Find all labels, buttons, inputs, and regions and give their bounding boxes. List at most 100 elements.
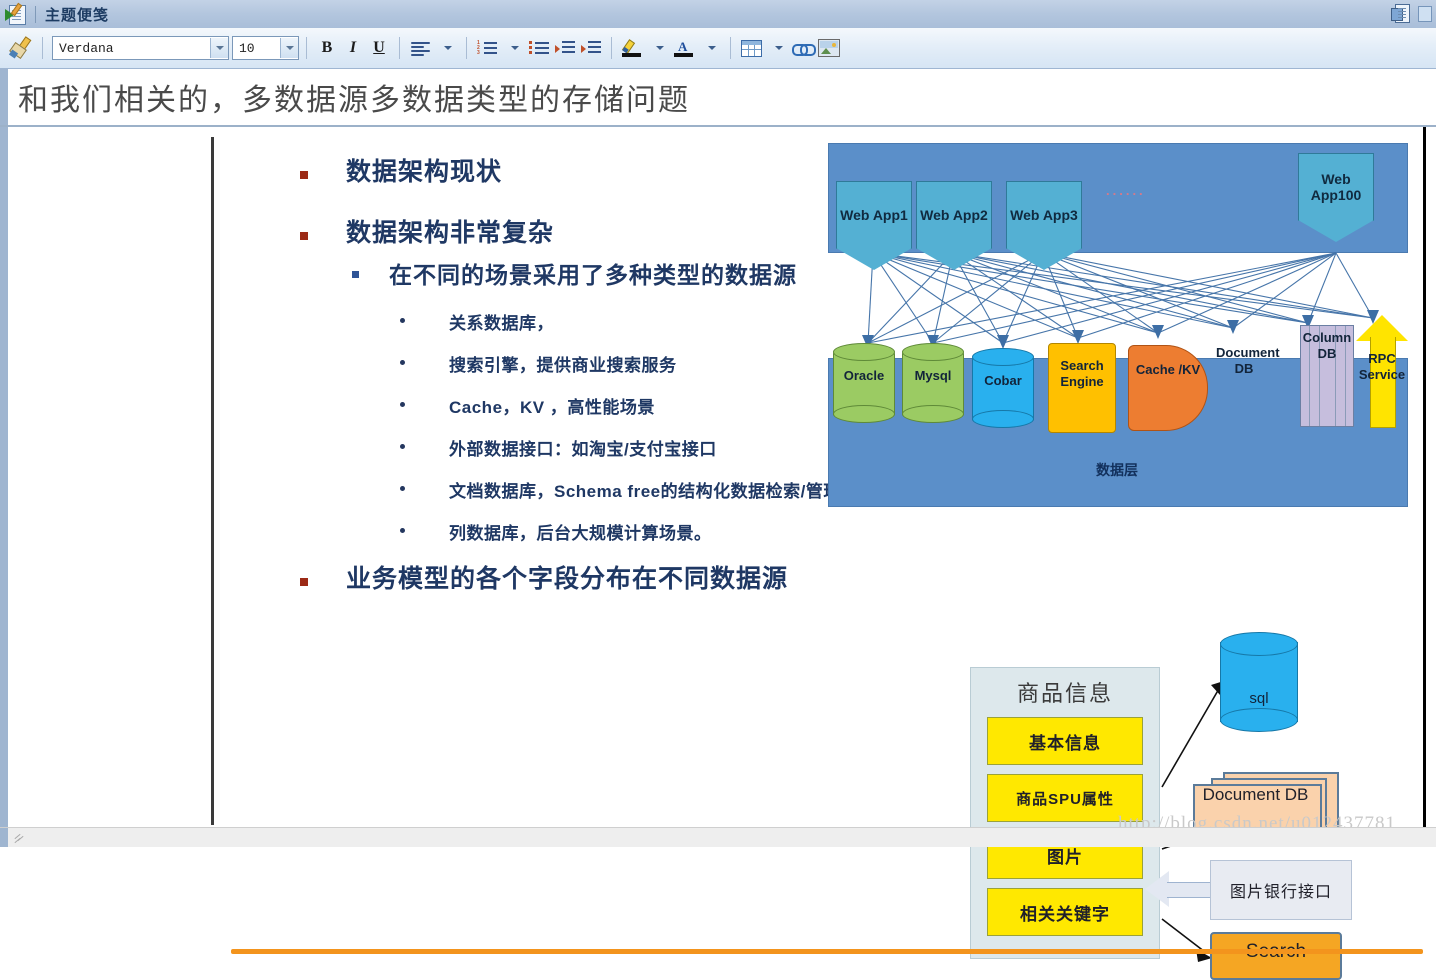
font-family-dropdown-arrow[interactable]	[210, 38, 228, 58]
data-store-label: Cache /KV	[1135, 362, 1201, 377]
data-store-label: Cobar	[984, 373, 1022, 388]
chevron-down-icon	[510, 46, 519, 50]
font-size-select[interactable]: 10	[232, 36, 299, 60]
formatting-toolbar: Verdana 10 B I U 123 A	[0, 28, 1436, 69]
bullet-text: 外部数据接口：如淘宝/支付宝接口	[449, 440, 717, 460]
data-store-document-db: Document DB	[1216, 333, 1280, 417]
target-label: sql	[1249, 690, 1269, 707]
align-dropdown-button[interactable]	[433, 35, 459, 61]
insert-image-icon	[818, 39, 840, 57]
bullet-dot-icon	[400, 402, 405, 408]
divider	[399, 37, 400, 59]
bullet-text: 列数据库，后台大规模计算场景。	[449, 524, 712, 544]
data-store-mysql: Mysql	[902, 343, 964, 423]
insert-link-button[interactable]	[790, 35, 816, 61]
data-store-oracle: Oracle	[833, 343, 895, 423]
status-left-gutter	[0, 828, 8, 847]
divider	[730, 37, 731, 59]
bullet-square-icon	[352, 270, 359, 278]
left-gutter	[0, 127, 8, 827]
divider	[306, 37, 307, 59]
font-color-icon: A	[674, 39, 694, 57]
web-app-label: Web App1	[840, 206, 908, 223]
divider	[466, 37, 467, 59]
left-gutter	[0, 69, 8, 125]
highlight-dropdown-button[interactable]	[645, 35, 671, 61]
increase-indent-button[interactable]	[578, 35, 604, 61]
font-color-dropdown-button[interactable]	[697, 35, 723, 61]
divider	[42, 37, 43, 59]
panel-title: 商品信息	[1016, 681, 1113, 706]
bullet-text: 在不同的场景采用了多种类型的数据源	[389, 261, 797, 288]
data-store-column-db: Column DB	[1300, 325, 1354, 427]
bullet-square-icon	[300, 171, 308, 179]
font-size-value: 10	[239, 40, 255, 56]
status-bar	[0, 827, 1436, 847]
numbered-list-icon: 123	[477, 40, 497, 56]
increase-indent-icon	[581, 41, 601, 55]
font-size-dropdown-arrow[interactable]	[280, 38, 298, 58]
bullet-dot-icon	[400, 360, 405, 366]
align-left-icon	[410, 41, 430, 56]
align-left-button[interactable]	[407, 35, 433, 61]
bullet-dot-icon	[400, 528, 405, 534]
web-app-node: Web App2	[916, 181, 992, 270]
table-dropdown-button[interactable]	[764, 35, 790, 61]
window-title-bar: 主题便笺	[0, 0, 1436, 29]
decrease-indent-button[interactable]	[552, 35, 578, 61]
divider	[611, 37, 612, 59]
italic-button[interactable]: I	[340, 35, 366, 61]
document-canvas[interactable]: 数据架构现状 数据架构非常复杂 在不同的场景采用了多种类型的数据源 关系数据库，…	[0, 127, 1436, 980]
bullet-dot-icon	[400, 486, 405, 492]
bullet-text: 数据架构现状	[346, 158, 503, 186]
bullet-dot-icon	[400, 444, 405, 450]
product-field: 相关关键字	[987, 888, 1143, 936]
insert-table-icon	[740, 39, 762, 57]
document-heading-bar: 和我们相关的，多数据源多数据类型的存储问题	[0, 69, 1436, 127]
numbered-list-dropdown-button[interactable]	[500, 35, 526, 61]
data-store-cache-kv: Cache /KV	[1128, 345, 1208, 431]
highlight-color-button[interactable]	[619, 35, 645, 61]
target-label: 图片银行接口	[1229, 884, 1332, 901]
bulleted-list-button[interactable]	[526, 35, 552, 61]
bulleted-list-icon	[529, 41, 549, 55]
web-app-label: Web App2	[920, 206, 988, 223]
bullet-text: 搜索引擎，提供商业搜索服务	[449, 356, 677, 376]
list-item: 列数据库，后台大规模计算场景。	[400, 519, 960, 544]
decrease-indent-icon	[555, 41, 575, 55]
resize-grip-icon[interactable]	[14, 833, 24, 844]
data-store-rpc-service: RPC Service	[1356, 315, 1408, 428]
web-app-node: Web App1	[836, 181, 912, 270]
list-item: 业务模型的各个字段分布在不同数据源	[300, 564, 960, 595]
bullet-dot-icon	[400, 318, 405, 324]
insert-image-button[interactable]	[816, 35, 842, 61]
small-panel-icon[interactable]	[1418, 6, 1432, 22]
data-store-label: Oracle	[843, 368, 885, 383]
bold-button[interactable]: B	[314, 35, 340, 61]
data-store-label: Column DB	[1302, 330, 1352, 361]
target-search: Search	[1210, 932, 1342, 980]
bullet-text: 数据架构非常复杂	[346, 219, 555, 248]
underline-button[interactable]: U	[366, 35, 392, 61]
data-store-search-engine: Search Engine	[1048, 343, 1116, 433]
copy-page-icon[interactable]	[1390, 3, 1412, 25]
divider	[35, 5, 36, 23]
slide-accent-line	[231, 949, 1423, 954]
product-field: 基本信息	[987, 717, 1143, 765]
bullet-square-icon	[300, 232, 308, 241]
insert-table-button[interactable]	[738, 35, 764, 61]
format-painter-icon[interactable]	[8, 35, 35, 61]
numbered-list-button[interactable]: 123	[474, 35, 500, 61]
window-title: 主题便笺	[45, 6, 110, 24]
data-store-label: Mysql	[914, 368, 952, 383]
target-label: Document DB	[1202, 785, 1309, 804]
chevron-down-icon	[774, 46, 783, 50]
bullet-square-icon	[300, 578, 308, 587]
bullet-text: Cache，KV ，高性能场景	[449, 398, 655, 418]
font-color-button[interactable]: A	[671, 35, 697, 61]
data-store-label: RPC Service	[1358, 351, 1406, 382]
highlight-color-icon	[621, 38, 642, 57]
data-store-label: Search Engine	[1060, 358, 1104, 390]
font-family-select[interactable]: Verdana	[52, 36, 229, 60]
chevron-down-icon	[707, 46, 716, 50]
